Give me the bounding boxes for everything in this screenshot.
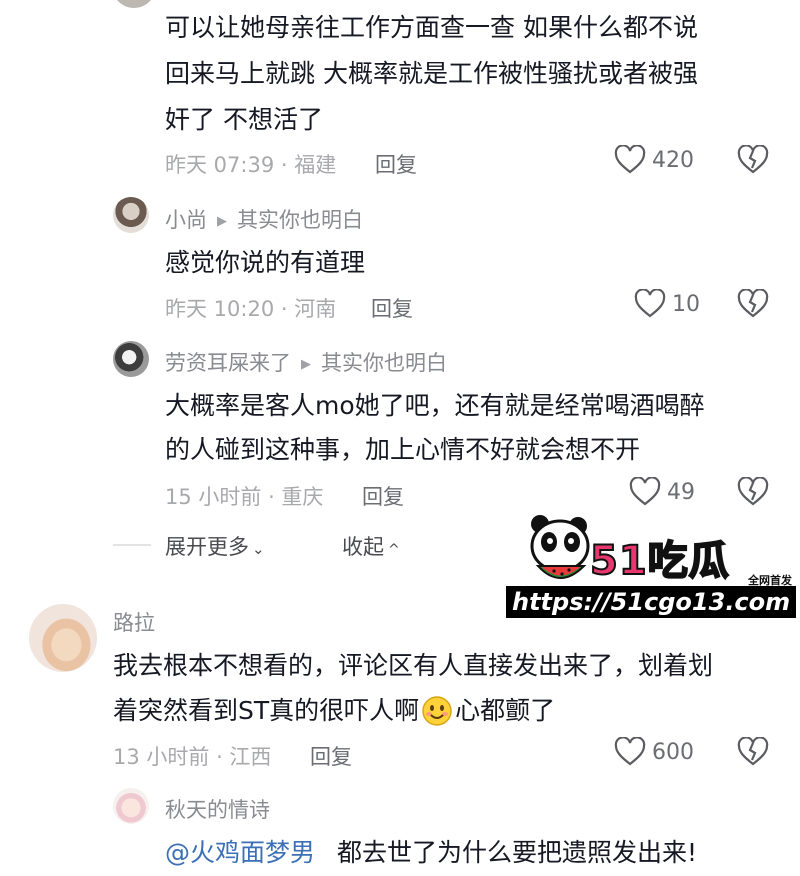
comment-text-line: 的人碰到这种事，加上心情不好就会想不开 [165, 435, 641, 464]
watermark-brand: 51吃瓜 [589, 537, 730, 585]
like-button[interactable]: 10 [634, 289, 700, 319]
author-name[interactable]: 劳资耳屎来了 [165, 351, 291, 375]
watermark-url: https://51cgo13.com [506, 586, 797, 618]
comment-author[interactable]: 小尚 ▶ 其实你也明白 [165, 204, 363, 234]
reply-button[interactable]: 回复 [371, 293, 413, 323]
watermark: 51吃瓜 全网首发 https://51cgo13.com [506, 514, 798, 620]
reply-arrow-icon: ▶ [217, 214, 227, 229]
dislike-button[interactable] [737, 144, 769, 179]
dislike-button[interactable] [737, 476, 769, 511]
expand-more-button[interactable]: 展开更多 ⌄ [165, 531, 265, 561]
comment-text-line: 大概率是客人mo她了吧，还有就是经常喝酒喝醉 [165, 391, 705, 420]
comment-text-line: 感觉你说的有道理 [165, 248, 366, 277]
broken-heart-icon [737, 288, 769, 318]
comment-time-location: 昨天 07:39 · 福建 [165, 153, 337, 177]
mention-link[interactable]: @火鸡面梦男 [165, 838, 315, 867]
chevron-down-icon: ⌄ [252, 540, 265, 558]
heart-icon [614, 145, 646, 174]
reply-button[interactable]: 回复 [310, 741, 352, 771]
broken-heart-icon [737, 476, 769, 506]
like-count: 10 [672, 291, 700, 317]
comment-text-line: 奸了 不想活了 [165, 105, 323, 134]
broken-heart-icon [737, 736, 769, 766]
like-button[interactable]: 49 [629, 477, 695, 507]
heart-icon [614, 737, 646, 766]
divider-line [113, 544, 151, 546]
comment-text-line: 回来马上就跳 大概率就是工作被性骚扰或者被强 [165, 59, 698, 88]
avatar[interactable] [113, 197, 149, 233]
reply-to-name[interactable]: 其实你也明白 [321, 351, 447, 375]
chevron-up-icon: ^ [388, 542, 400, 558]
smiling-face-emoji-icon [421, 695, 453, 727]
collapse-button[interactable]: 收起 ^ [342, 531, 400, 561]
comment-time-location: 15 小时前 · 重庆 [165, 485, 324, 509]
heart-icon [634, 289, 666, 318]
author-name[interactable]: 路拉 [113, 607, 155, 637]
reply-button[interactable]: 回复 [362, 481, 404, 511]
dislike-button[interactable] [737, 288, 769, 323]
like-count: 49 [667, 479, 695, 505]
broken-heart-icon [737, 144, 769, 174]
avatar[interactable] [113, 341, 149, 377]
comment-time-location: 13 小时前 · 江西 [113, 745, 272, 769]
heart-icon [629, 477, 661, 506]
avatar[interactable] [113, 788, 149, 824]
avatar-top-partial[interactable] [112, 0, 156, 8]
comment-text-line: 着突然看到ST真的很吓人啊 心都颤了 [113, 689, 555, 733]
author-name[interactable]: 小尚 [165, 208, 207, 232]
like-button[interactable]: 420 [614, 145, 694, 175]
reply-button[interactable]: 回复 [375, 149, 417, 179]
dislike-button[interactable] [737, 736, 769, 771]
expand-more-label: 展开更多 [165, 535, 249, 559]
like-count: 420 [652, 147, 694, 173]
comment-time-location: 昨天 10:20 · 河南 [165, 297, 337, 321]
like-button[interactable]: 600 [614, 737, 694, 767]
author-name[interactable]: 秋天的情诗 [165, 794, 270, 824]
reply-to-name[interactable]: 其实你也明白 [237, 208, 363, 232]
comment-text-segment: 着突然看到ST真的很吓人啊 [113, 696, 420, 725]
like-count: 600 [652, 739, 694, 765]
comment-text-line: 可以让她母亲往工作方面查一查 如果什么都不说 [165, 13, 698, 42]
comment-text-line: 我去根本不想看的，评论区有人直接发出来了，划着划 [113, 651, 714, 680]
reply-arrow-icon: ▶ [301, 357, 311, 372]
panda-mascot-icon [530, 515, 590, 579]
avatar[interactable] [29, 604, 97, 672]
collapse-label: 收起 [342, 535, 384, 559]
comment-text-line: @火鸡面梦男 都去世了为什么要把遗照发出来! [165, 831, 697, 875]
comment-text-segment: 都去世了为什么要把遗照发出来! [336, 838, 697, 867]
comment-author[interactable]: 劳资耳屎来了 ▶ 其实你也明白 [165, 347, 447, 377]
comment-text-segment: 心都颤了 [455, 696, 556, 725]
